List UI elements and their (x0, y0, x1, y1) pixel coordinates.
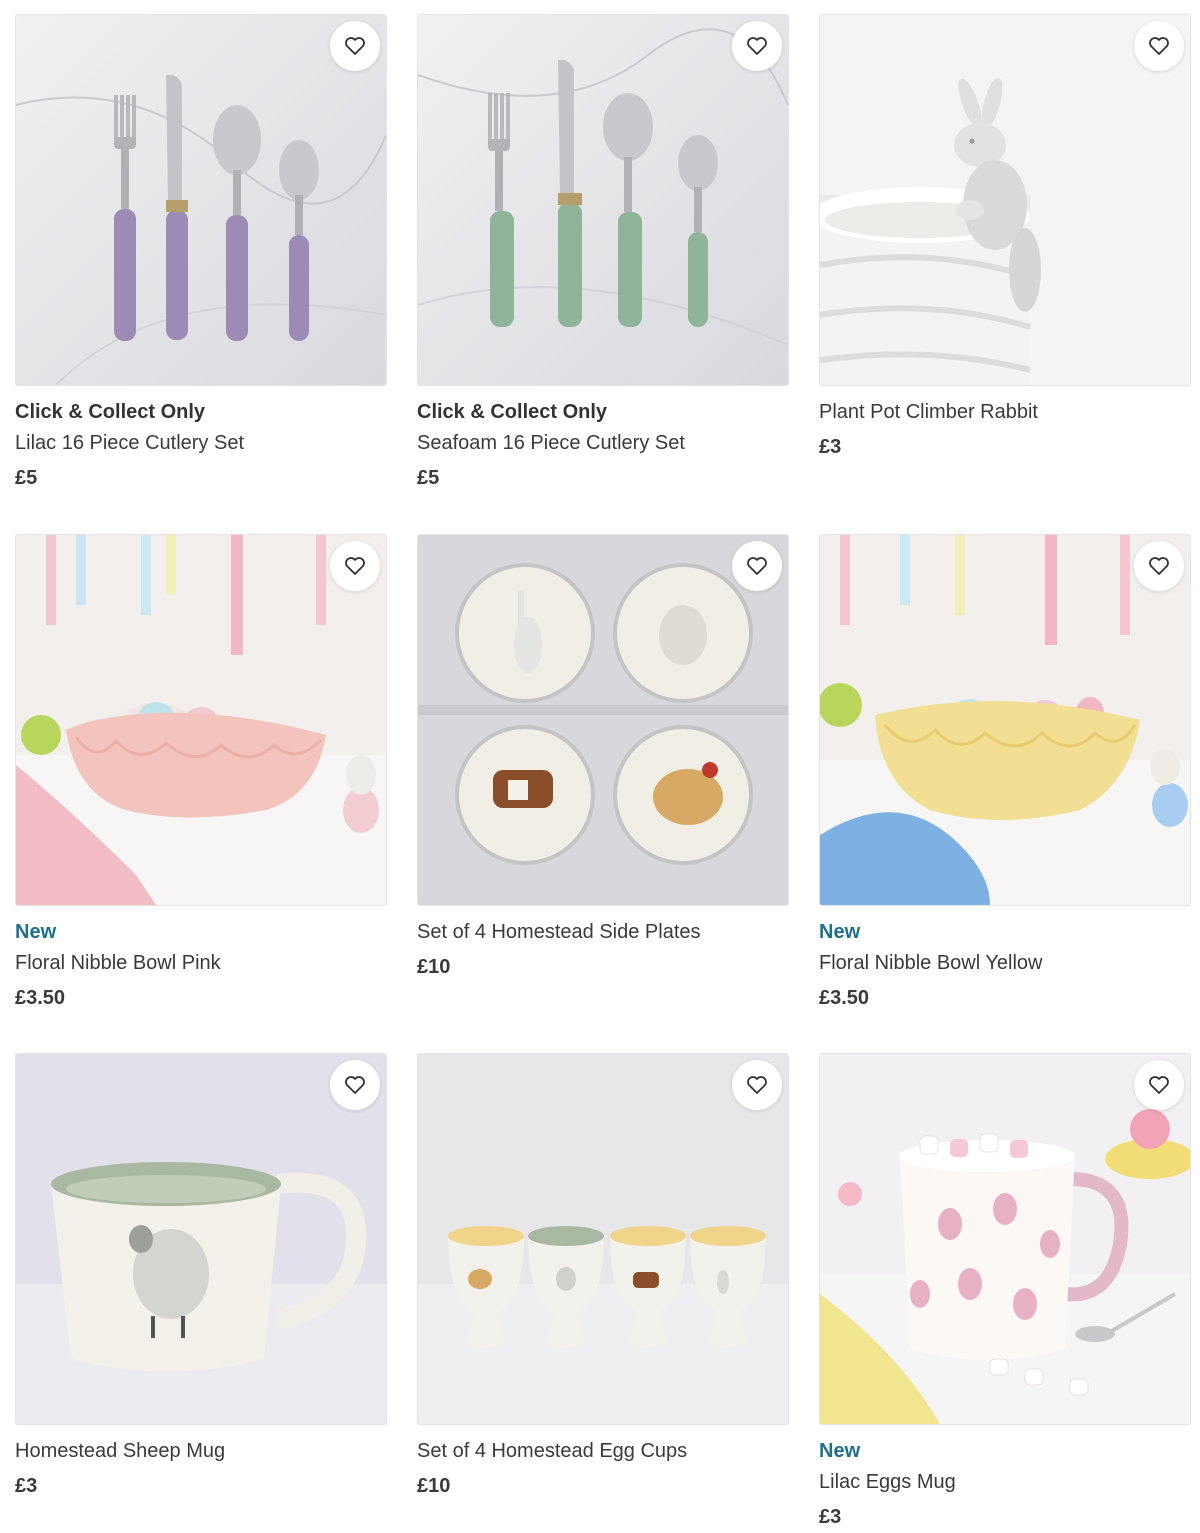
product-card-rabbit[interactable]: Plant Pot Climber Rabbit £3 (819, 14, 1191, 459)
product-price: £3 (819, 1506, 842, 1528)
product-image[interactable] (819, 1053, 1191, 1425)
favourite-button[interactable] (330, 21, 380, 71)
product-price: £3.50 (15, 987, 66, 1009)
product-name[interactable]: Floral Nibble Bowl Yellow (819, 951, 1191, 975)
product-image[interactable] (417, 1053, 789, 1425)
heart-outline-icon (345, 37, 365, 55)
product-grid: Click & Collect Only Lilac 16 Piece Cutl… (0, 0, 1200, 1533)
heart-outline-icon (747, 37, 767, 55)
heart-outline-icon (1149, 37, 1169, 55)
product-name[interactable]: Lilac 16 Piece Cutlery Set (15, 431, 387, 455)
product-card-egg-cups[interactable]: Set of 4 Homestead Egg Cups £10 (417, 1053, 789, 1498)
plate (455, 563, 595, 703)
product-name[interactable]: Homestead Sheep Mug (15, 1439, 387, 1463)
rabbit-pot-image (820, 15, 1190, 385)
product-tag: Click & Collect Only (417, 401, 608, 423)
seafoam-cutlery-image (418, 15, 788, 385)
product-image[interactable] (15, 534, 387, 906)
product-card-side-plates[interactable]: Set of 4 Homestead Side Plates £10 (417, 534, 789, 979)
product-price: £3 (819, 436, 842, 458)
product-card-lilac-cutlery[interactable]: Click & Collect Only Lilac 16 Piece Cutl… (15, 14, 387, 490)
favourite-button[interactable] (330, 541, 380, 591)
favourite-button[interactable] (732, 21, 782, 71)
product-card-sheep-mug[interactable]: Homestead Sheep Mug £3 (15, 1053, 387, 1498)
lilac-mug-image (820, 1054, 1190, 1424)
heart-outline-icon (345, 1076, 365, 1094)
heart-outline-icon (345, 557, 365, 575)
favourite-button[interactable] (1134, 21, 1184, 71)
yellow-bowl-image (820, 535, 1190, 905)
product-card-seafoam-cutlery[interactable]: Click & Collect Only Seafoam 16 Piece Cu… (417, 14, 789, 490)
product-card-yellow-bowl[interactable]: New Floral Nibble Bowl Yellow £3.50 (819, 534, 1191, 1010)
heart-outline-icon (1149, 557, 1169, 575)
product-price: £5 (15, 467, 38, 489)
sheep-mug-image (16, 1054, 386, 1424)
product-tag: Click & Collect Only (15, 401, 206, 423)
egg-cups-image (418, 1054, 788, 1424)
product-price: £10 (417, 956, 451, 978)
product-image[interactable] (819, 14, 1191, 386)
product-image[interactable] (15, 14, 387, 386)
product-price: £3.50 (819, 987, 870, 1009)
favourite-button[interactable] (732, 1060, 782, 1110)
product-name[interactable]: Set of 4 Homestead Side Plates (417, 920, 789, 944)
product-price: £3 (15, 1475, 38, 1497)
product-card-pink-bowl[interactable]: New Floral Nibble Bowl Pink £3.50 (15, 534, 387, 1010)
product-name[interactable]: Seafoam 16 Piece Cutlery Set (417, 431, 789, 455)
favourite-button[interactable] (732, 541, 782, 591)
pink-bowl-image (16, 535, 386, 905)
product-name[interactable]: Set of 4 Homestead Egg Cups (417, 1439, 789, 1463)
product-name[interactable]: Plant Pot Climber Rabbit (819, 400, 1191, 424)
product-image[interactable] (819, 534, 1191, 906)
heart-outline-icon (1149, 1076, 1169, 1094)
product-name[interactable]: Lilac Eggs Mug (819, 1470, 1191, 1494)
product-image[interactable] (417, 534, 789, 906)
product-name[interactable]: Floral Nibble Bowl Pink (15, 951, 387, 975)
new-badge: New (819, 1440, 861, 1462)
new-badge: New (15, 921, 57, 943)
product-card-lilac-mug[interactable]: New Lilac Eggs Mug £3 (819, 1053, 1191, 1529)
product-image[interactable] (417, 14, 789, 386)
new-badge: New (819, 921, 861, 943)
product-price: £10 (417, 1475, 451, 1497)
heart-outline-icon (747, 1076, 767, 1094)
favourite-button[interactable] (1134, 541, 1184, 591)
heart-outline-icon (747, 557, 767, 575)
product-price: £5 (417, 467, 440, 489)
side-plates-image (418, 535, 788, 905)
favourite-button[interactable] (1134, 1060, 1184, 1110)
product-image[interactable] (15, 1053, 387, 1425)
favourite-button[interactable] (330, 1060, 380, 1110)
lilac-cutlery-image (16, 15, 386, 385)
